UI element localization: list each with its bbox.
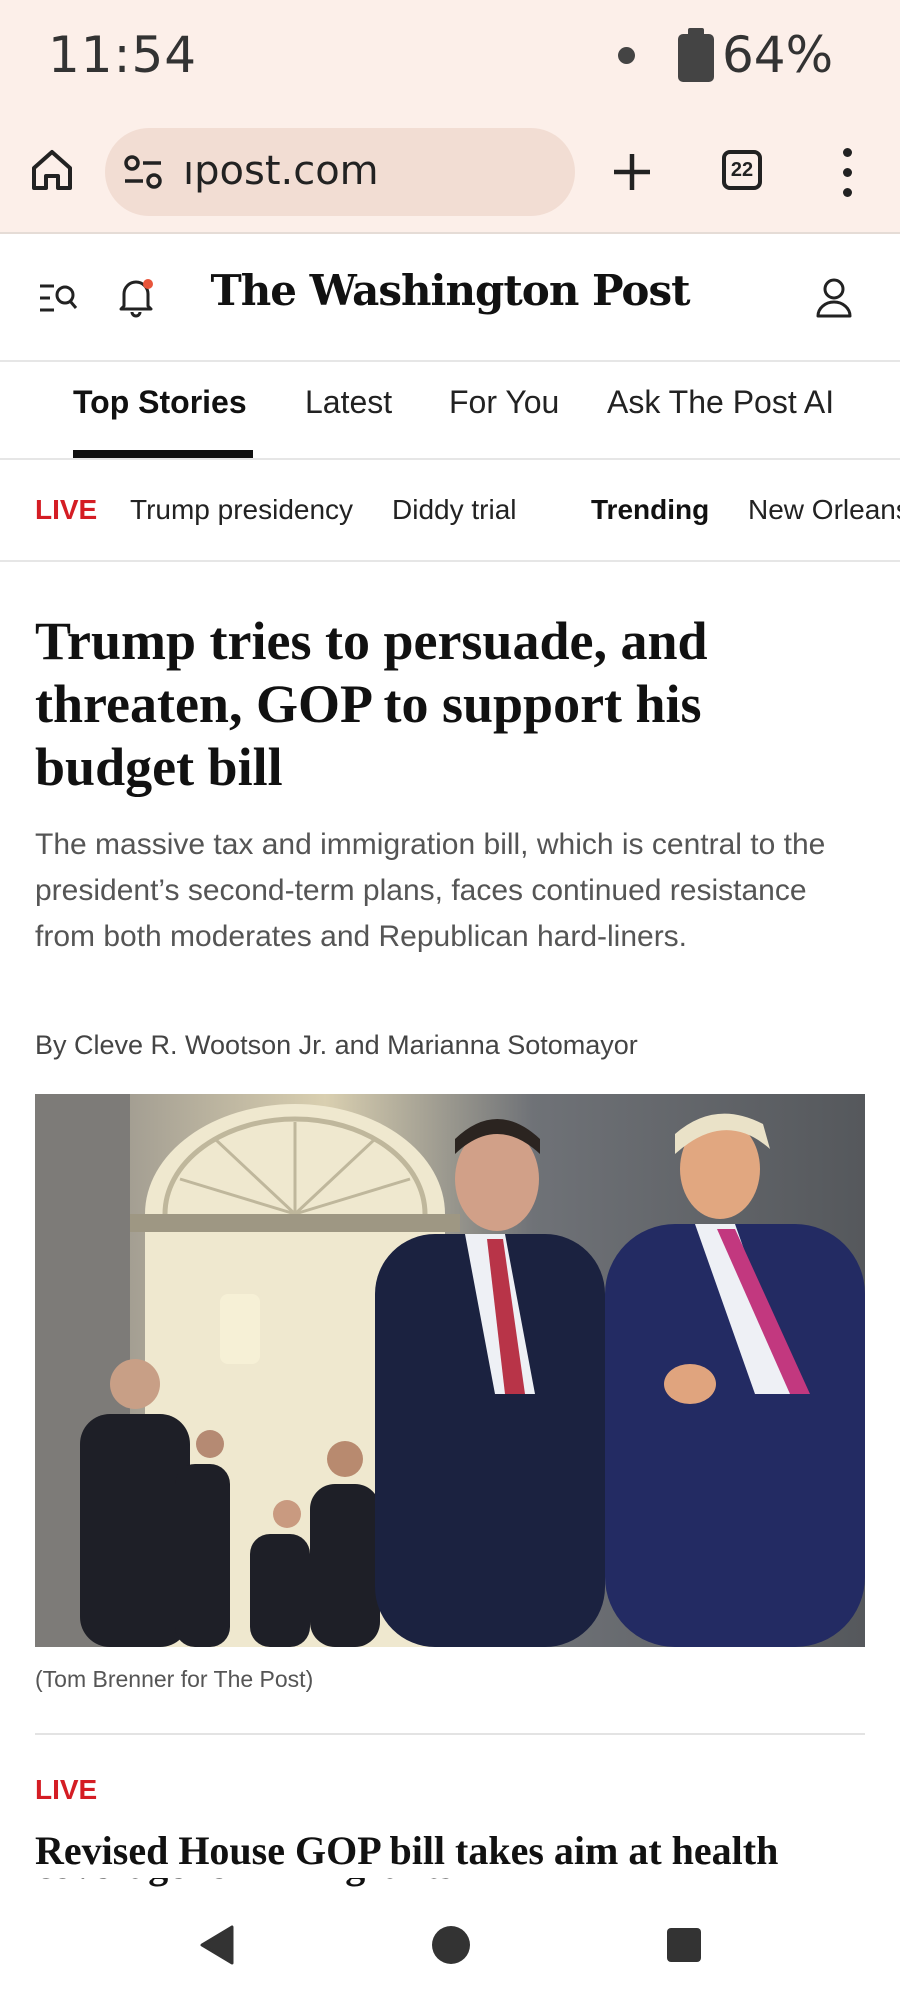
story-dek: The massive tax and immigration bill, wh… bbox=[35, 828, 826, 953]
photo-caption: (Tom Brenner for The Post) bbox=[35, 1666, 314, 1692]
more-vert-icon[interactable] bbox=[832, 148, 862, 198]
home-circle-icon[interactable] bbox=[432, 1926, 470, 1964]
topic-trump-presidency[interactable]: Trump presidency bbox=[130, 494, 353, 526]
next-story-live-label: LIVE bbox=[35, 1774, 98, 1805]
active-tab-indicator bbox=[73, 450, 253, 458]
battery-percent: 64% bbox=[722, 26, 834, 84]
notification-dot-icon bbox=[618, 47, 635, 64]
tab-for-you[interactable]: For You bbox=[449, 384, 559, 421]
account-icon[interactable] bbox=[814, 276, 854, 320]
next-story-headline[interactable]: Revised House GOP bill takes aim at heal… bbox=[35, 1826, 875, 1876]
system-nav-bar bbox=[0, 1893, 900, 1999]
tab-latest[interactable]: Latest bbox=[305, 384, 392, 421]
tab-ask-the-post-ai[interactable]: Ask The Post AI bbox=[607, 384, 834, 421]
site-header: The Washington Post bbox=[0, 236, 900, 362]
next-story-headline-cut[interactable]: coverage for immigrants bbox=[35, 1878, 875, 1892]
site-settings-icon[interactable] bbox=[123, 154, 163, 190]
tab-top-stories[interactable]: Top Stories bbox=[73, 384, 247, 421]
trending-label: Trending bbox=[591, 494, 710, 525]
topic-new-orleans[interactable]: New Orleans bbox=[748, 494, 900, 526]
live-label[interactable]: LIVE bbox=[35, 494, 97, 526]
story-headline[interactable]: Trump tries to persuade, and threaten, G… bbox=[35, 610, 865, 799]
back-icon[interactable] bbox=[198, 1923, 238, 1967]
url-bar[interactable]: ıpost.com bbox=[105, 128, 575, 216]
status-time: 11:54 bbox=[48, 26, 198, 84]
home-icon[interactable] bbox=[28, 146, 76, 194]
topic-bar: LIVE Trump presidency Diddy trial Trendi… bbox=[0, 462, 900, 562]
next-story-headline-continued: coverage for immigrants bbox=[35, 1878, 875, 1890]
story-photo[interactable] bbox=[35, 1094, 865, 1647]
plus-icon[interactable] bbox=[610, 150, 654, 194]
url-text[interactable]: ıpost.com bbox=[183, 148, 379, 194]
recents-icon[interactable] bbox=[667, 1928, 701, 1962]
story-byline[interactable]: By Cleve R. Wootson Jr. and Marianna Sot… bbox=[35, 1030, 638, 1061]
tabs-icon[interactable]: 22 bbox=[722, 150, 762, 190]
browser-toolbar: ıpost.com 22 bbox=[0, 110, 900, 234]
story-divider bbox=[35, 1733, 865, 1735]
topic-diddy-trial[interactable]: Diddy trial bbox=[392, 494, 516, 526]
section-tabs: Top Stories Latest For You Ask The Post … bbox=[0, 362, 900, 460]
status-bar: 11:54 64% bbox=[0, 0, 900, 110]
site-logo[interactable]: The Washington Post bbox=[0, 266, 900, 315]
battery-icon bbox=[678, 28, 714, 82]
